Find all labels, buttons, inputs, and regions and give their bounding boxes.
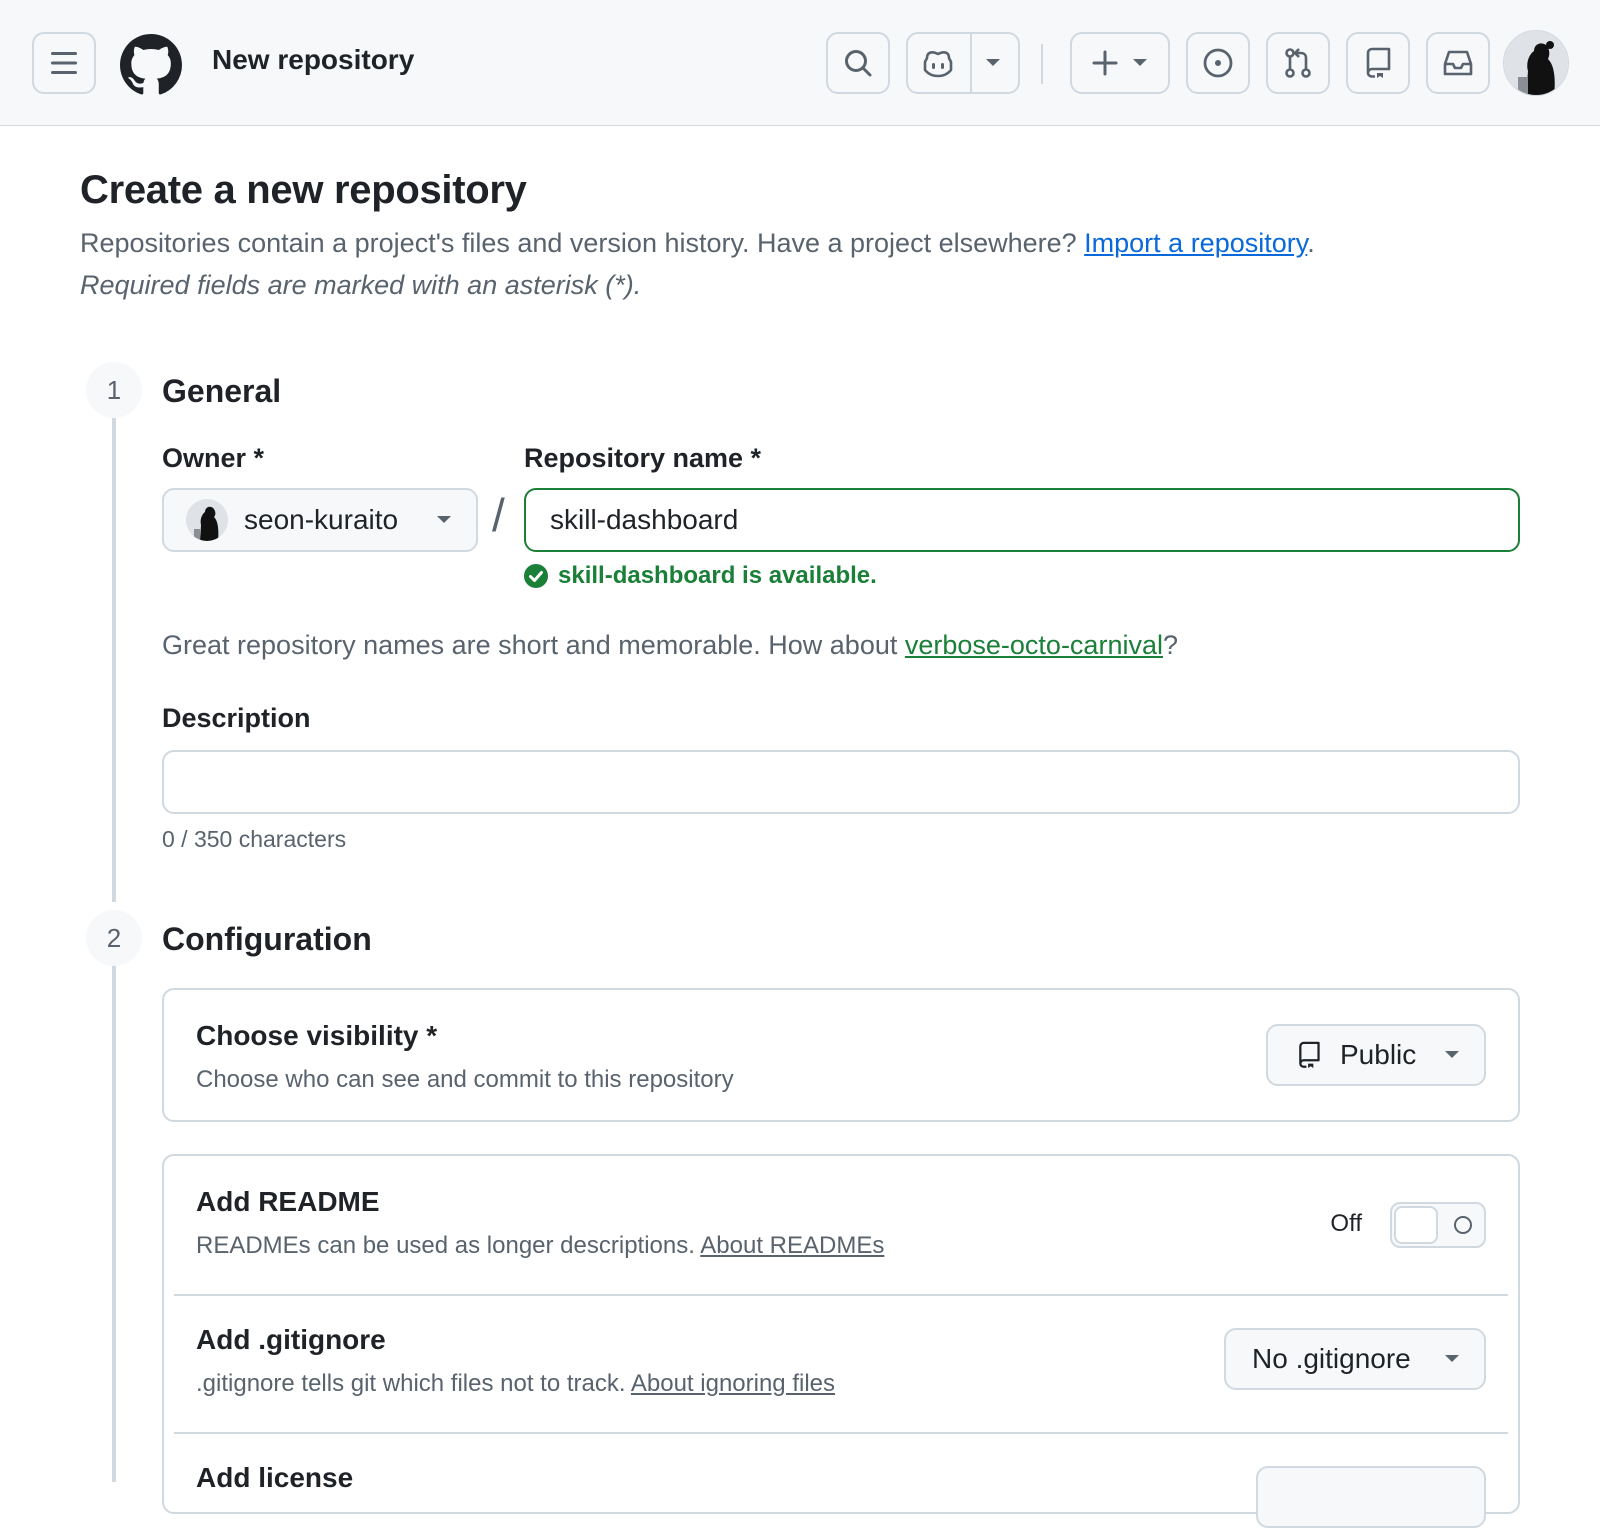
github-logo-icon[interactable]	[120, 34, 182, 96]
visibility-description: Choose who can see and commit to this re…	[196, 1066, 734, 1093]
row-divider	[174, 1294, 1508, 1296]
description-label: Description	[162, 703, 311, 733]
search-icon	[845, 50, 872, 77]
chevron-down-icon	[1445, 1355, 1459, 1362]
section-title-configuration: Configuration	[162, 921, 372, 957]
intro-text-end: .	[1307, 228, 1315, 258]
app-header: New repository	[0, 0, 1600, 126]
suggestion-text: Great repository names are short and mem…	[162, 630, 905, 660]
gitignore-title: Add .gitignore	[196, 1324, 386, 1355]
readme-title: Add README	[196, 1186, 380, 1217]
license-select[interactable]	[1256, 1466, 1486, 1528]
repo-icon	[1366, 47, 1391, 78]
owner-select[interactable]: seon-kuraito	[162, 488, 478, 552]
toggle-knob	[1394, 1206, 1438, 1244]
repository-options-card: Add README READMEs can be used as longer…	[162, 1154, 1520, 1528]
inbox-button[interactable]	[1426, 32, 1490, 94]
readme-toggle[interactable]	[1390, 1202, 1486, 1248]
step-number-configuration: 2	[86, 910, 142, 966]
check-circle-icon	[524, 564, 548, 588]
repo-name-input[interactable]	[524, 488, 1520, 552]
pull-requests-button[interactable]	[1266, 32, 1330, 94]
owner-label: Owner *	[162, 443, 265, 473]
owner-avatar	[186, 499, 228, 541]
intro-text: Repositories contain a project's files a…	[80, 228, 1315, 259]
name-suggestion: Great repository names are short and mem…	[162, 630, 1178, 661]
suggested-name-link[interactable]: verbose-octo-carnival	[905, 630, 1163, 660]
description-char-counter: 0 / 350 characters	[162, 826, 347, 852]
import-repository-link[interactable]: Import a repository	[1084, 228, 1307, 258]
owner-repo-separator: /	[492, 489, 505, 541]
chevron-down-icon	[1445, 1051, 1459, 1058]
owner-name: seon-kuraito	[244, 504, 399, 535]
step-connector-line	[112, 412, 116, 902]
issues-button[interactable]	[1186, 32, 1250, 94]
visibility-select[interactable]: Public	[1266, 1024, 1486, 1086]
gitignore-description-text: .gitignore tells git which files not to …	[196, 1370, 631, 1397]
plus-icon	[1092, 50, 1118, 76]
search-button[interactable]	[826, 32, 890, 94]
inbox-icon	[1443, 50, 1473, 76]
description-input[interactable]	[162, 750, 1520, 814]
page-context-title: New repository	[212, 44, 415, 75]
chevron-down-icon	[437, 516, 451, 523]
page-title: Create a new repository	[80, 168, 527, 212]
required-fields-note: Required fields are marked with an aster…	[80, 270, 642, 300]
gitignore-selected: No .gitignore	[1252, 1343, 1411, 1374]
about-readmes-link[interactable]: About READMEs	[700, 1232, 884, 1259]
avatar-image	[1504, 31, 1568, 95]
repo-name-label: Repository name *	[524, 443, 762, 473]
header-divider	[1041, 44, 1043, 84]
intro-text-body: Repositories contain a project's files a…	[80, 228, 1085, 258]
copilot-menu-button[interactable]	[969, 34, 1018, 92]
owner-avatar-image	[186, 499, 228, 541]
copilot-split-button[interactable]	[906, 32, 1020, 94]
readme-toggle-state: Off	[1330, 1210, 1362, 1237]
gitignore-select[interactable]: No .gitignore	[1224, 1328, 1486, 1390]
step-connector-line	[112, 960, 116, 1482]
avatar[interactable]	[1503, 30, 1569, 96]
pull-request-icon	[1285, 48, 1311, 78]
issue-icon	[1203, 48, 1233, 78]
copilot-button[interactable]	[908, 34, 969, 92]
chevron-down-icon	[1133, 59, 1147, 66]
copilot-icon	[924, 51, 953, 78]
split-divider	[970, 34, 972, 92]
availability-message: skill-dashboard is available.	[524, 562, 877, 590]
section-title-general: General	[162, 373, 282, 409]
chevron-down-icon	[986, 59, 1001, 66]
repo-icon	[1299, 1041, 1320, 1068]
visibility-card: Choose visibility * Choose who can see a…	[162, 988, 1520, 1122]
visibility-title: Choose visibility *	[196, 1020, 438, 1051]
visibility-selected: Public	[1340, 1039, 1417, 1070]
gitignore-description: .gitignore tells git which files not to …	[196, 1370, 835, 1398]
toggle-off-icon	[1454, 1216, 1472, 1234]
repositories-button[interactable]	[1346, 32, 1410, 94]
suggestion-end: ?	[1162, 630, 1178, 660]
row-divider	[174, 1432, 1508, 1434]
license-title: Add license	[196, 1462, 354, 1493]
step-number-general: 1	[86, 362, 142, 418]
hamburger-menu-button[interactable]	[32, 32, 96, 94]
about-ignoring-files-link[interactable]: About ignoring files	[631, 1370, 835, 1397]
availability-text: skill-dashboard is available.	[558, 562, 877, 589]
create-new-button[interactable]	[1070, 32, 1170, 94]
readme-description-text: READMEs can be used as longer descriptio…	[196, 1232, 701, 1259]
readme-description: READMEs can be used as longer descriptio…	[196, 1232, 884, 1260]
hamburger-icon	[51, 52, 77, 74]
